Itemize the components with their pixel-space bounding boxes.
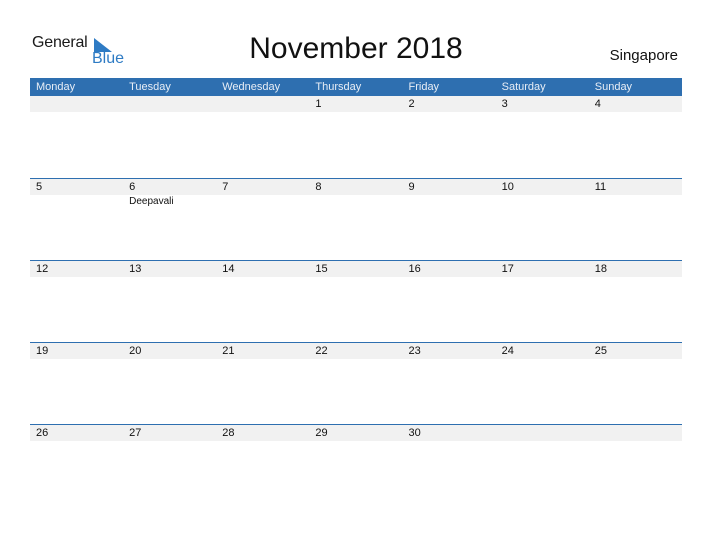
day-number — [30, 96, 123, 112]
weekday-tuesday: Tuesday — [129, 81, 171, 93]
weekday-thursday: Thursday — [315, 81, 362, 93]
holiday-label — [589, 195, 682, 208]
weekday-sunday: Sunday — [594, 81, 633, 93]
date-strip: 5 6 7 8 9 10 11 — [30, 179, 682, 195]
week-row: 5 6 7 8 9 10 11 Deepavali — [30, 178, 682, 260]
day-number: 2 — [408, 98, 415, 110]
day-number: 27 — [129, 427, 142, 439]
day-number: 26 — [36, 427, 49, 439]
weekday-saturday: Saturday — [501, 81, 546, 93]
weekday-header: Monday Tuesday Wednesday Thursday Friday… — [30, 78, 682, 96]
week-row: 12 13 14 15 16 17 18 — [30, 260, 682, 342]
day-number: 23 — [408, 345, 421, 357]
week-row: 19 20 21 22 23 24 25 — [30, 342, 682, 424]
day-number: 24 — [501, 345, 514, 357]
day-number: 25 — [594, 345, 607, 357]
day-number: 28 — [222, 427, 235, 439]
country-label: Singapore — [609, 47, 678, 64]
weekday-wednesday: Wednesday — [222, 81, 281, 93]
holiday-label: Deepavali — [129, 196, 174, 207]
date-strip: 12 13 14 15 16 17 18 — [30, 261, 682, 277]
day-number: 18 — [594, 263, 607, 275]
holiday-label — [216, 195, 309, 208]
holiday-label — [496, 195, 589, 208]
events-row: Deepavali — [30, 195, 682, 208]
day-number: 12 — [36, 263, 49, 275]
day-number: 7 — [222, 181, 229, 193]
day-number: 5 — [36, 181, 43, 193]
day-number: 8 — [315, 181, 322, 193]
day-number — [123, 96, 216, 112]
day-number — [216, 96, 309, 112]
day-number: 19 — [36, 345, 49, 357]
day-number: 17 — [501, 263, 514, 275]
holiday-label — [403, 195, 496, 208]
day-number: 11 — [594, 181, 607, 193]
day-number: 14 — [222, 263, 235, 275]
day-number — [496, 425, 589, 441]
day-number: 22 — [315, 345, 328, 357]
holiday-label — [309, 195, 402, 208]
date-strip: 26 27 28 29 30 — [30, 425, 682, 441]
page-title: November 2018 — [249, 32, 463, 65]
weekday-monday: Monday — [36, 81, 76, 93]
day-number: 16 — [408, 263, 421, 275]
date-strip: 1 2 3 4 — [30, 96, 682, 112]
day-number: 15 — [315, 263, 328, 275]
day-number: 3 — [501, 98, 508, 110]
week-row: 1 2 3 4 — [30, 96, 682, 178]
calendar: Monday Tuesday Wednesday Thursday Friday… — [30, 78, 682, 506]
week-row: 26 27 28 29 30 — [30, 424, 682, 506]
day-number: 21 — [222, 345, 235, 357]
weekday-friday: Friday — [408, 81, 440, 93]
day-number: 6 — [129, 181, 136, 193]
day-number: 30 — [408, 427, 421, 439]
day-number: 4 — [594, 98, 601, 110]
day-number: 13 — [129, 263, 142, 275]
holiday-label — [30, 195, 123, 208]
day-number: 1 — [315, 98, 322, 110]
day-number — [589, 425, 682, 441]
day-number: 29 — [315, 427, 328, 439]
date-strip: 19 20 21 22 23 24 25 — [30, 343, 682, 359]
day-number: 10 — [501, 181, 514, 193]
day-number: 9 — [408, 181, 415, 193]
day-number: 20 — [129, 345, 142, 357]
